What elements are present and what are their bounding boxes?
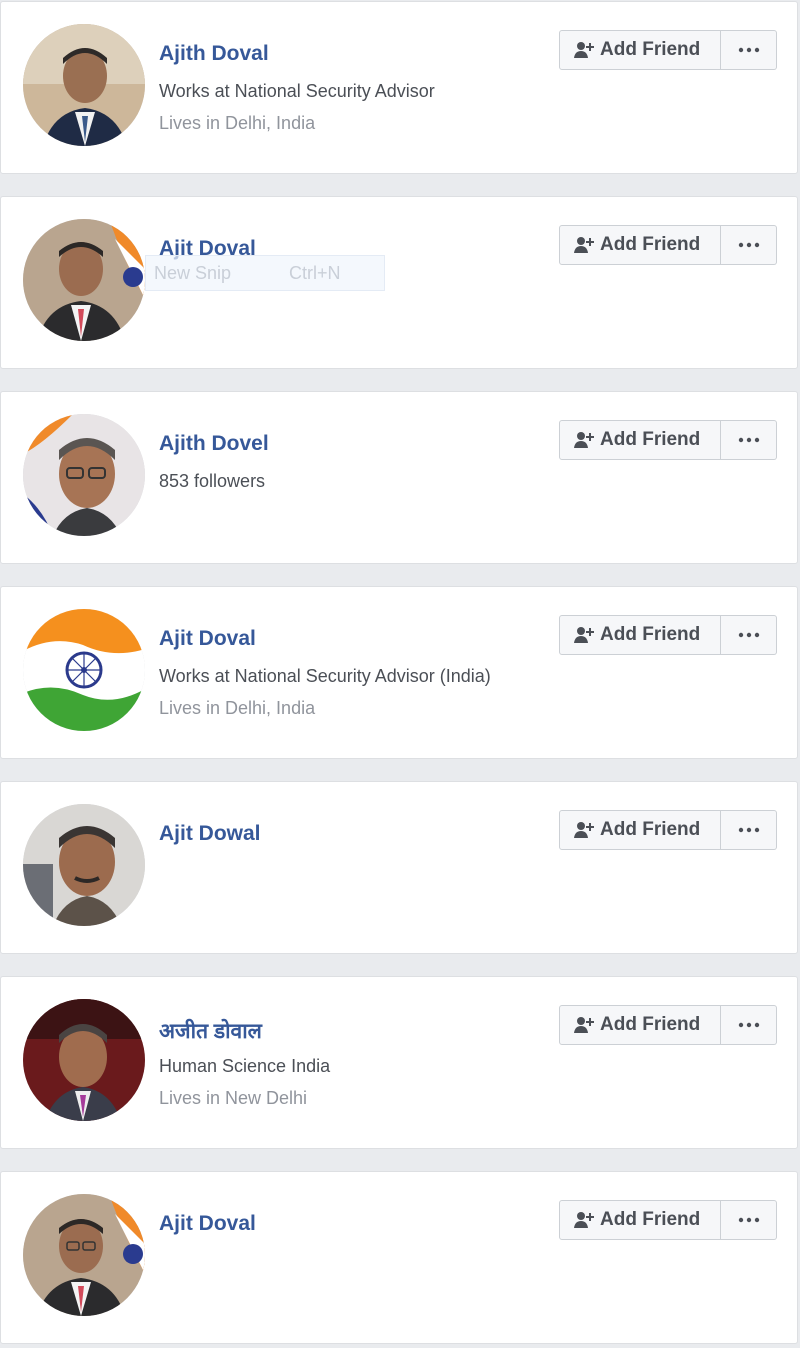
profile-avatar[interactable]: [23, 999, 145, 1121]
more-options-button[interactable]: [721, 30, 777, 70]
search-result-card: Ajit Doval Add Friend: [0, 1171, 798, 1344]
result-work: Works at National Security Advisor (Indi…: [159, 666, 491, 686]
add-friend-label: Add Friend: [600, 429, 701, 450]
profile-avatar[interactable]: [23, 24, 145, 146]
add-friend-icon: [574, 432, 594, 448]
result-work: Works at National Security Advisor: [159, 81, 435, 101]
add-friend-button[interactable]: Add Friend: [559, 1200, 721, 1240]
add-friend-label: Add Friend: [600, 819, 701, 840]
search-result-card: अजीत डोवाल Human Science India Lives in …: [0, 976, 798, 1149]
profile-avatar[interactable]: [23, 609, 145, 731]
add-friend-icon: [574, 237, 594, 253]
add-friend-button[interactable]: Add Friend: [559, 420, 721, 460]
add-friend-icon: [574, 1017, 594, 1033]
add-friend-icon: [574, 822, 594, 838]
profile-avatar[interactable]: [23, 804, 145, 926]
more-dots-icon: [738, 632, 759, 638]
india-flag-icon: [23, 609, 145, 731]
result-name-link[interactable]: अजीत डोवाल: [159, 1017, 262, 1045]
add-friend-button[interactable]: Add Friend: [559, 30, 721, 70]
more-dots-icon: [738, 437, 759, 443]
result-location: Lives in Delhi, India: [159, 698, 316, 718]
more-options-button[interactable]: [721, 1200, 777, 1240]
search-result-card: Ajith Doval Works at National Security A…: [0, 1, 798, 174]
more-dots-icon: [738, 1217, 759, 1223]
more-options-button[interactable]: [721, 225, 777, 265]
add-friend-button[interactable]: Add Friend: [559, 810, 721, 850]
snip-tooltip: New Snip Ctrl+N: [145, 255, 385, 291]
more-options-button[interactable]: [721, 810, 777, 850]
more-dots-icon: [738, 1022, 759, 1028]
result-name-link[interactable]: Ajith Doval: [159, 42, 269, 66]
add-friend-label: Add Friend: [600, 1209, 701, 1230]
add-friend-label: Add Friend: [600, 624, 701, 645]
search-result-card: Ajit Doval New Snip Ctrl+N Add Friend: [0, 196, 798, 369]
search-result-card: Ajith Dovel 853 followers Add Friend: [0, 391, 798, 564]
result-followers: 853 followers: [159, 471, 266, 491]
more-dots-icon: [738, 242, 759, 248]
add-friend-button[interactable]: Add Friend: [559, 225, 721, 265]
add-friend-label: Add Friend: [600, 1014, 701, 1035]
more-dots-icon: [738, 827, 759, 833]
more-options-button[interactable]: [721, 1005, 777, 1045]
profile-avatar[interactable]: [23, 414, 145, 536]
more-options-button[interactable]: [721, 420, 777, 460]
more-options-button[interactable]: [721, 615, 777, 655]
result-name-link[interactable]: Ajit Doval: [159, 627, 256, 651]
add-friend-icon: [574, 42, 594, 58]
snip-label: New Snip: [154, 262, 232, 283]
result-location: Lives in Delhi, India: [159, 113, 316, 133]
result-work: Human Science India: [159, 1056, 331, 1076]
add-friend-icon: [574, 627, 594, 643]
add-friend-label: Add Friend: [600, 234, 701, 255]
add-friend-label: Add Friend: [600, 39, 701, 60]
snip-shortcut: Ctrl+N: [289, 262, 341, 283]
result-location: Lives in New Delhi: [159, 1088, 308, 1108]
add-friend-button[interactable]: Add Friend: [559, 615, 721, 655]
add-friend-icon: [574, 1212, 594, 1228]
profile-avatar[interactable]: [23, 219, 145, 341]
add-friend-button[interactable]: Add Friend: [559, 1005, 721, 1045]
result-name-link[interactable]: Ajit Dowal: [159, 822, 261, 846]
more-dots-icon: [738, 47, 759, 53]
search-result-card: Ajit Dowal Add Friend: [0, 781, 798, 954]
result-name-link[interactable]: Ajit Doval: [159, 1212, 256, 1236]
result-name-link[interactable]: Ajith Dovel: [159, 432, 269, 456]
search-result-card: Ajit Doval Works at National Security Ad…: [0, 586, 798, 759]
profile-avatar[interactable]: [23, 1194, 145, 1316]
